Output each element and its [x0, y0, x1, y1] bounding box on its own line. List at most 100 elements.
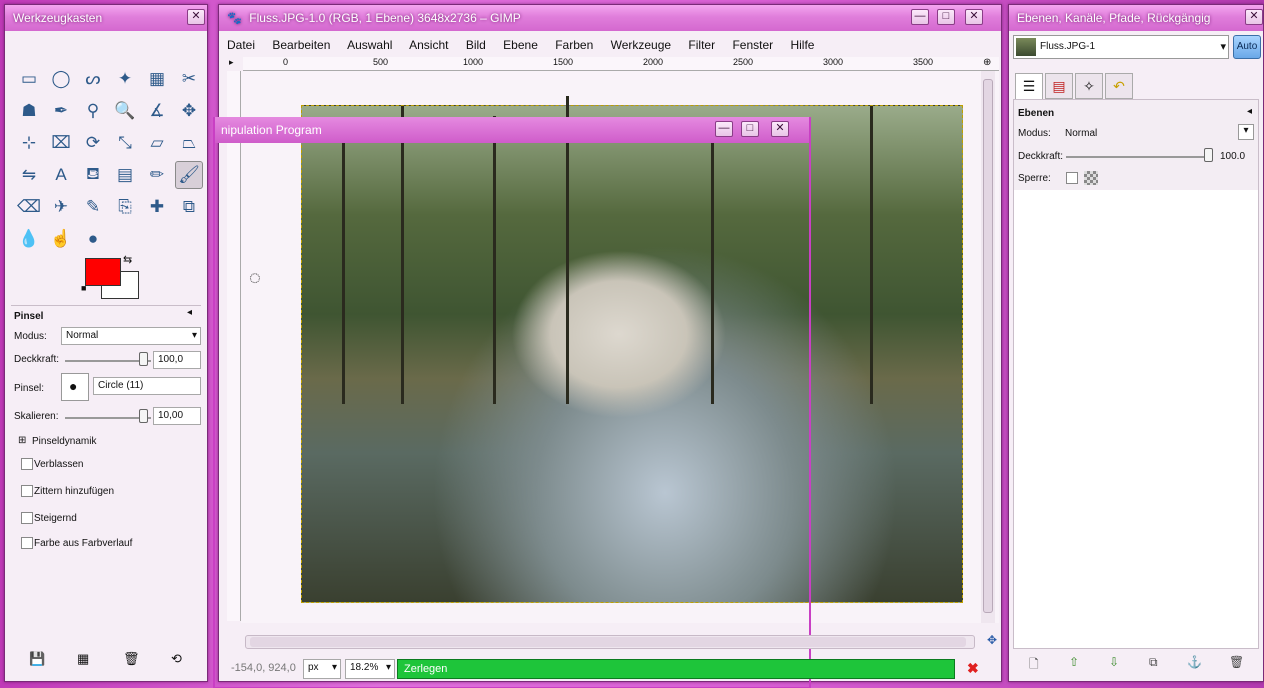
text-icon[interactable]: A: [47, 161, 75, 189]
menu-fenster[interactable]: Fenster: [732, 38, 773, 52]
opacity-slider-knob[interactable]: [139, 352, 148, 366]
anchor-layer-icon[interactable]: ⚓: [1187, 655, 1202, 669]
crop-icon[interactable]: ⌧: [47, 129, 75, 157]
lower-layer-icon[interactable]: ⇩: [1109, 655, 1119, 669]
layers-titlebar[interactable]: Ebenen, Kanäle, Pfade, Rückgängig: [1009, 5, 1263, 31]
quick-mask-icon[interactable]: ▸: [229, 57, 234, 68]
fuzzy-select-icon[interactable]: ✦: [111, 65, 139, 93]
pencil-icon[interactable]: ✏: [143, 161, 171, 189]
vertical-scrollbar-thumb[interactable]: [983, 79, 993, 613]
bucket-fill-icon[interactable]: ⛾: [79, 161, 107, 189]
layers-close-button[interactable]: ✕: [1245, 9, 1263, 25]
horizontal-scrollbar[interactable]: [245, 635, 975, 649]
new-layer-icon[interactable]: 🗋: [1029, 655, 1039, 676]
eraser-icon[interactable]: ⌫: [15, 193, 43, 221]
ink-icon[interactable]: ✎: [79, 193, 107, 221]
layer-list[interactable]: [1014, 190, 1258, 648]
layer-opacity-knob[interactable]: [1204, 148, 1213, 162]
clone-icon[interactable]: ⎘: [111, 193, 139, 221]
tab-undo[interactable]: ↶: [1105, 73, 1133, 99]
layer-mode-value[interactable]: Normal: [1065, 128, 1097, 139]
maximize-button[interactable]: □: [937, 9, 955, 25]
brush-preview[interactable]: ●: [61, 373, 89, 401]
unit-select[interactable]: px ▾: [303, 659, 341, 679]
image-titlebar[interactable]: 🐾 Fluss.JPG-1.0 (RGB, 1 Ebene) 3648x2736…: [219, 5, 1001, 31]
vertical-scrollbar[interactable]: [981, 71, 995, 623]
zoom-select[interactable]: 18.2% ▾: [345, 659, 395, 679]
swap-colors-icon[interactable]: ⇆: [123, 253, 132, 266]
raise-layer-icon[interactable]: ⇧: [1069, 655, 1079, 669]
color-select-icon[interactable]: ▦: [143, 65, 171, 93]
canvas-area[interactable]: ◌: [241, 71, 999, 623]
foreground-select-icon[interactable]: ☗: [15, 97, 43, 125]
scissors-icon[interactable]: ✂: [175, 65, 203, 93]
lock-alpha-icon[interactable]: [1084, 171, 1098, 185]
panel-menu-icon[interactable]: ◂: [1247, 106, 1252, 117]
cancel-icon[interactable]: ✖: [967, 660, 979, 677]
tab-channels[interactable]: ▤: [1045, 73, 1073, 99]
blend-icon[interactable]: ▤: [111, 161, 139, 189]
toolbox-titlebar[interactable]: Werkzeugkasten: [5, 5, 207, 31]
scale-field[interactable]: 10,00: [153, 407, 201, 425]
menu-bild[interactable]: Bild: [466, 38, 486, 52]
fade-checkbox[interactable]: [21, 458, 33, 470]
paths-icon[interactable]: ✒: [47, 97, 75, 125]
default-colors-icon[interactable]: ■: [81, 283, 86, 293]
menu-ebene[interactable]: Ebene: [503, 38, 538, 52]
menu-werkzeuge[interactable]: Werkzeuge: [611, 38, 671, 52]
toolbox-close-button[interactable]: ✕: [187, 9, 205, 25]
lock-pixels-checkbox[interactable]: [1066, 172, 1078, 184]
menu-auswahl[interactable]: Auswahl: [347, 38, 392, 52]
layer-opacity-slider[interactable]: [1066, 156, 1206, 158]
duplicate-layer-icon[interactable]: ⧉: [1149, 655, 1158, 670]
shear-icon[interactable]: ▱: [143, 129, 171, 157]
perspective-clone-icon[interactable]: ⧉: [175, 193, 203, 221]
smudge-icon[interactable]: ☝: [47, 225, 75, 253]
heal-icon[interactable]: ✚: [143, 193, 171, 221]
tab-paths[interactable]: ✧: [1075, 73, 1103, 99]
delete-layer-icon[interactable]: 🗑: [1229, 655, 1244, 669]
menu-bearbeiten[interactable]: Bearbeiten: [272, 38, 330, 52]
zoom-to-fit-icon[interactable]: ✥: [987, 633, 997, 647]
rect-select-icon[interactable]: ▭: [15, 65, 43, 93]
dynamics-expander[interactable]: Pinseldynamik: [32, 436, 96, 447]
scale-slider-knob[interactable]: [139, 409, 148, 423]
rotate-icon[interactable]: ⟳: [79, 129, 107, 157]
blur-icon[interactable]: 💧: [15, 225, 43, 253]
reset-options-icon[interactable]: ⟲: [171, 651, 182, 667]
save-options-icon[interactable]: 💾: [29, 651, 45, 667]
menu-ansicht[interactable]: Ansicht: [409, 38, 448, 52]
brush-name-field[interactable]: Circle (11): [93, 377, 201, 395]
menu-datei[interactable]: Datei: [227, 38, 255, 52]
flip-icon[interactable]: ⇋: [15, 161, 43, 189]
dodge-burn-icon[interactable]: ●: [79, 225, 107, 253]
foreground-color-swatch[interactable]: [85, 258, 121, 286]
move-icon[interactable]: ✥: [175, 97, 203, 125]
color-picker-icon[interactable]: ⚲: [79, 97, 107, 125]
tool-options-menu-icon[interactable]: ◂: [187, 307, 192, 318]
incremental-checkbox[interactable]: [21, 512, 33, 524]
scale-icon[interactable]: ⤡: [111, 129, 139, 157]
free-select-icon[interactable]: ᔕ: [79, 65, 107, 93]
zoom-icon[interactable]: 🔍: [111, 97, 139, 125]
airbrush-icon[interactable]: ✈: [47, 193, 75, 221]
ellipse-select-icon[interactable]: ◯: [47, 65, 75, 93]
opacity-field[interactable]: 100,0: [153, 351, 201, 369]
menu-farben[interactable]: Farben: [555, 38, 593, 52]
image-canvas[interactable]: [301, 96, 963, 603]
expand-icon[interactable]: ⊞: [18, 435, 26, 446]
close-button[interactable]: ✕: [965, 9, 983, 25]
navigate-icon[interactable]: ⊕: [983, 57, 991, 68]
measure-icon[interactable]: ∡: [143, 97, 171, 125]
auto-button[interactable]: Auto: [1233, 35, 1261, 59]
mode-select[interactable]: Normal ▾: [61, 327, 201, 345]
tab-layers[interactable]: ☰: [1015, 73, 1043, 99]
layer-mode-dropdown[interactable]: ▾: [1238, 124, 1254, 140]
perspective-icon[interactable]: ⏢: [175, 129, 203, 157]
layer-opacity-value[interactable]: 100.0: [1220, 151, 1245, 162]
minimize-button[interactable]: —: [911, 9, 929, 25]
menu-filter[interactable]: Filter: [688, 38, 715, 52]
jitter-checkbox[interactable]: [21, 485, 33, 497]
gradient-color-checkbox[interactable]: [21, 537, 33, 549]
menu-hilfe[interactable]: Hilfe: [790, 38, 814, 52]
